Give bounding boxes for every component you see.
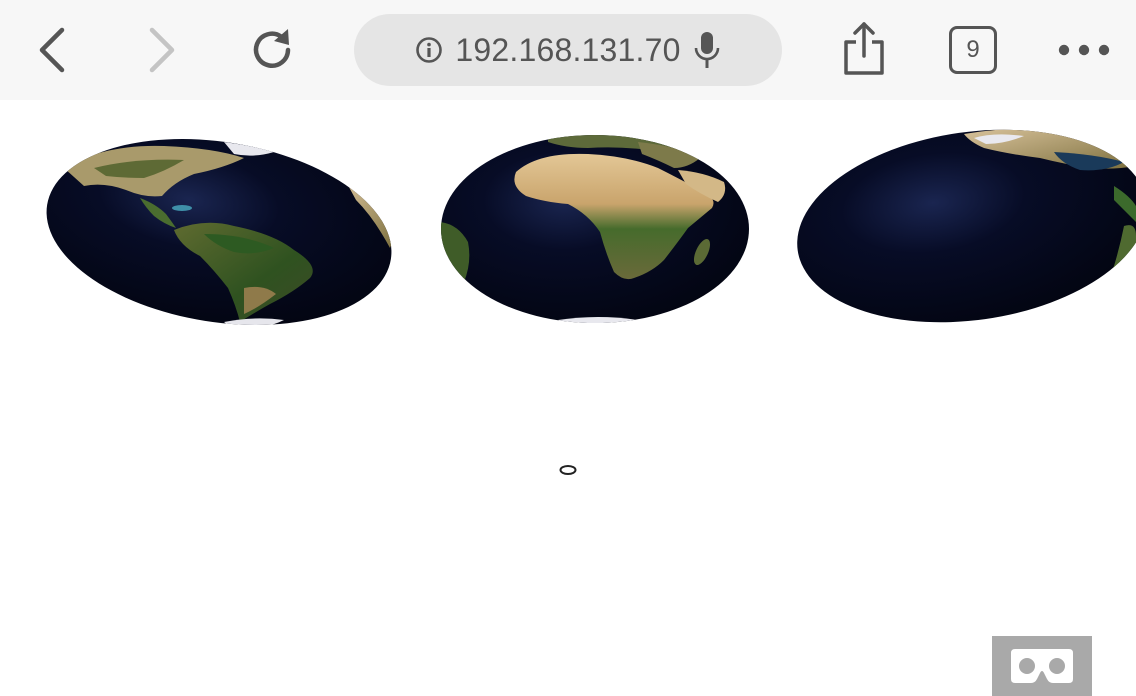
gaze-cursor-icon [559, 465, 577, 475]
url-text: 192.168.131.70 [455, 31, 681, 68]
vr-scene[interactable] [0, 100, 1136, 696]
address-bar[interactable]: 192.168.131.70 [354, 14, 782, 86]
earth-globe-africa [441, 135, 749, 323]
earth-globe-north-atlantic [797, 127, 1136, 326]
enter-vr-button[interactable] [992, 636, 1092, 696]
chevron-left-icon [39, 27, 65, 73]
more-dots-icon [1058, 44, 1110, 56]
share-button[interactable] [840, 20, 888, 76]
microphone-icon[interactable] [693, 30, 721, 70]
forward-button[interactable] [142, 26, 182, 74]
earth-globe-americas [46, 139, 395, 326]
browser-toolbar: 192.168.131.70 9 [0, 0, 1136, 100]
info-icon [416, 37, 443, 63]
vr-goggles-icon [1011, 649, 1073, 683]
back-button[interactable] [34, 26, 74, 74]
reload-icon [253, 29, 291, 68]
tabs-button[interactable]: 9 [949, 26, 997, 74]
share-icon [844, 22, 884, 75]
chevron-right-icon [149, 27, 175, 73]
more-button[interactable] [1056, 36, 1112, 64]
reload-button[interactable] [248, 26, 296, 74]
